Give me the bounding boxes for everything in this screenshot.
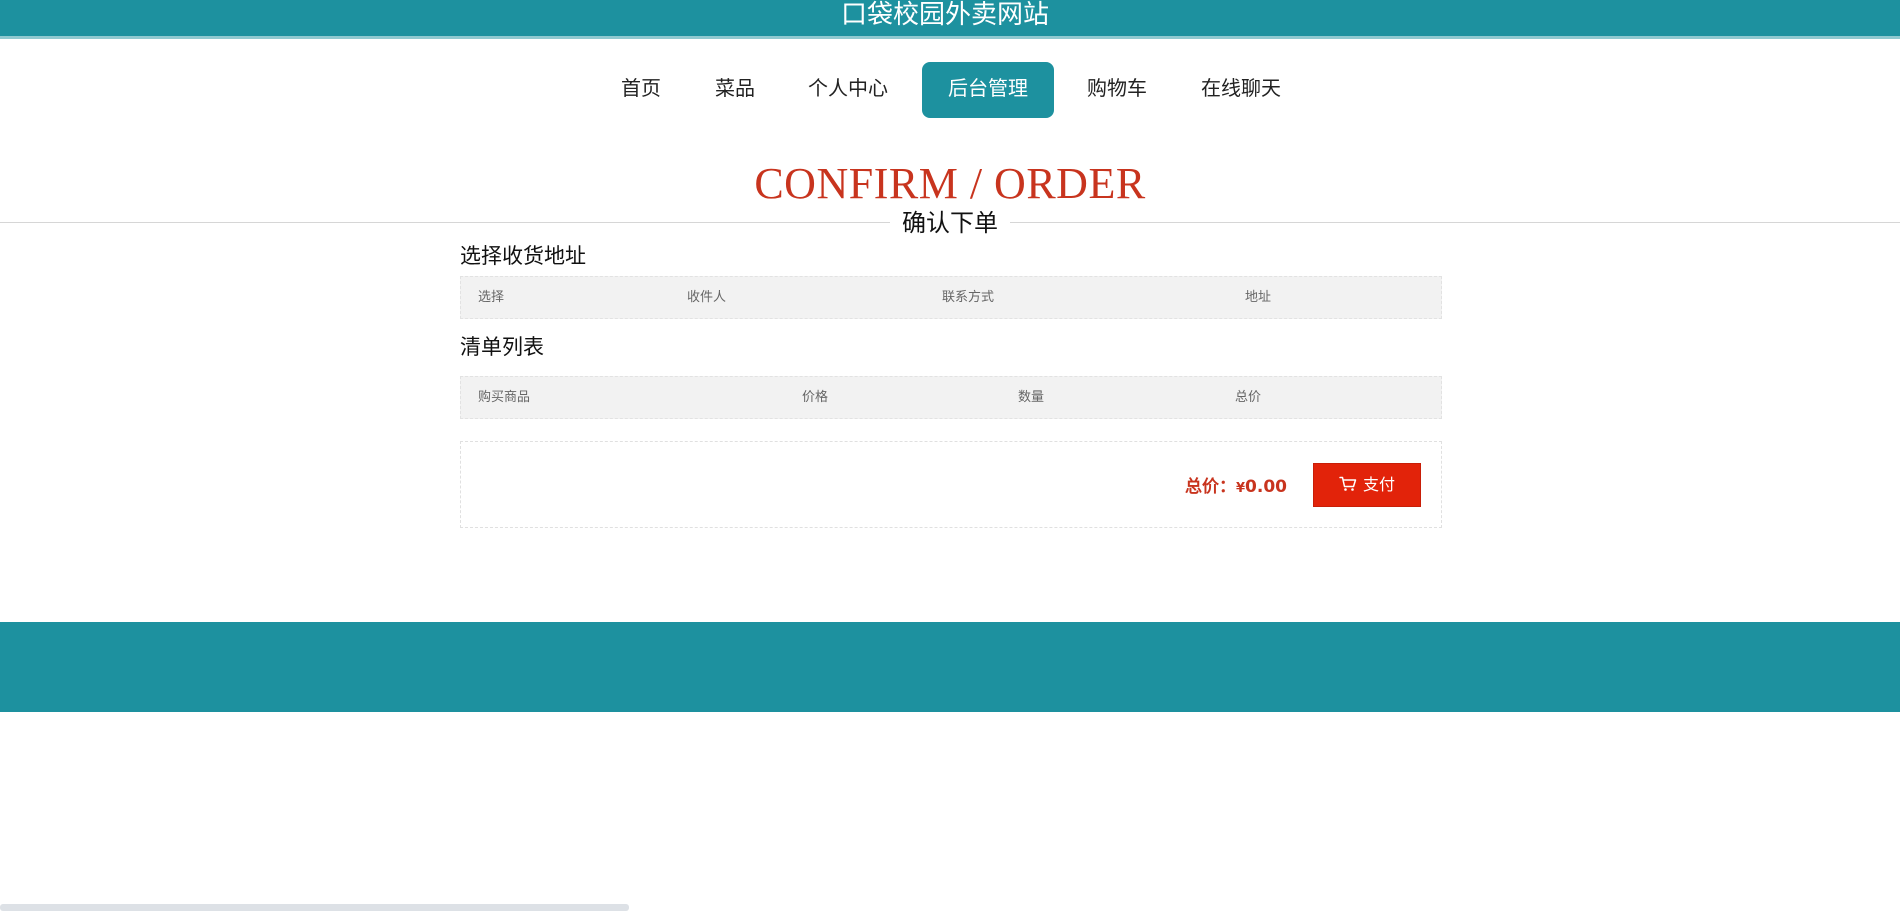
cart-icon xyxy=(1339,476,1357,491)
currency-symbol: ¥ xyxy=(1236,481,1246,496)
total-price: 总价：¥0.00 xyxy=(1185,472,1287,497)
pay-button[interactable]: 支付 xyxy=(1313,463,1421,507)
address-table-header: 选择 收件人 联系方式 地址 xyxy=(460,276,1442,319)
address-col-recipient: 收件人 xyxy=(687,290,727,305)
page-title-cn: 确认下单 xyxy=(890,208,1010,238)
total-value: 0.00 xyxy=(1245,477,1287,497)
nav-item-profile[interactable]: 个人中心 xyxy=(796,62,900,118)
address-col-contact: 联系方式 xyxy=(942,290,995,305)
page-title-cn-wrap: 确认下单 xyxy=(0,208,1900,238)
nav-item-dishes[interactable]: 菜品 xyxy=(700,62,770,118)
order-col-quantity: 数量 xyxy=(1018,390,1045,405)
order-section-title: 清单列表 xyxy=(460,335,544,359)
site-header: 口袋校园外卖网站 xyxy=(0,0,1900,39)
address-section-title: 选择收货地址 xyxy=(460,244,586,268)
nav-item-admin[interactable]: 后台管理 xyxy=(922,62,1054,118)
nav-item-cart[interactable]: 购物车 xyxy=(1076,62,1158,118)
site-title: 口袋校园外卖网站 xyxy=(840,0,1049,30)
order-col-product: 购买商品 xyxy=(478,390,531,405)
address-col-address: 地址 xyxy=(1245,290,1272,305)
order-col-price: 价格 xyxy=(802,390,829,405)
nav-item-chat[interactable]: 在线聊天 xyxy=(1190,62,1292,118)
nav-item-home[interactable]: 首页 xyxy=(606,62,676,118)
horizontal-scrollbar[interactable] xyxy=(0,904,629,911)
pay-button-label: 支付 xyxy=(1362,475,1395,494)
payment-summary: 总价：¥0.00 支付 xyxy=(460,441,1442,528)
main-nav: 首页 菜品 个人中心 后台管理 购物车 在线聊天 xyxy=(0,62,1900,118)
page-title-en: CONFIRM / ORDER xyxy=(754,159,1146,208)
order-col-subtotal: 总价 xyxy=(1235,390,1262,405)
address-col-select: 选择 xyxy=(478,290,505,305)
site-footer xyxy=(0,622,1900,712)
total-label: 总价： xyxy=(1185,477,1236,497)
order-table-header: 购买商品 价格 数量 总价 xyxy=(460,376,1442,419)
